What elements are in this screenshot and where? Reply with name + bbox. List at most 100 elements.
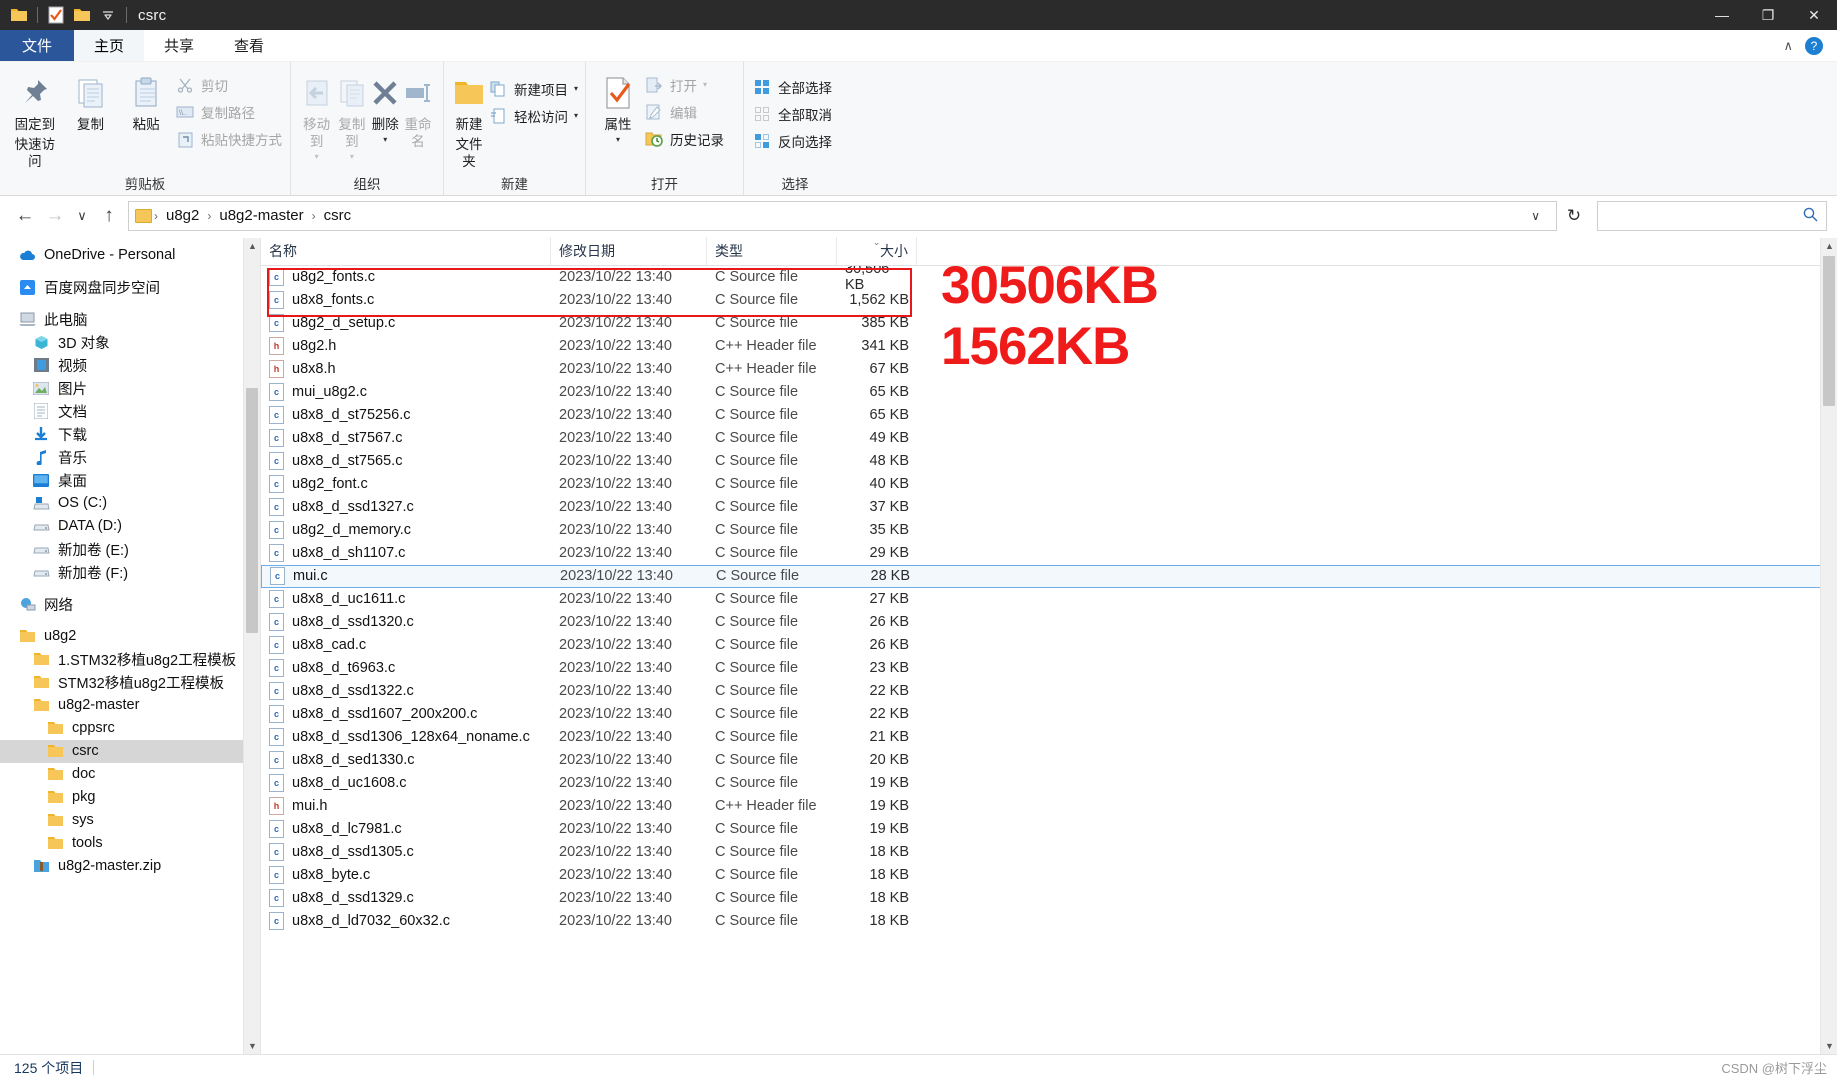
properties-check-icon[interactable]: [43, 2, 69, 28]
sidebar-item-17[interactable]: STM32移植u8g2工程模板: [0, 671, 243, 694]
sidebar-item-10[interactable]: OS (C:): [0, 492, 243, 515]
file-rows-container[interactable]: c u8g2_fonts.c 2023/10/22 13:40 C Source fi…: [261, 266, 1837, 1054]
sidebar-item-13[interactable]: 新加卷 (F:): [0, 561, 243, 584]
table-row[interactable]: c u8x8_d_lc7981.c 2023/10/22 13:40 C Source…: [261, 818, 1837, 841]
table-row[interactable]: c u8x8_d_ssd1327.c 2023/10/22 13:40 C Sourc…: [261, 496, 1837, 519]
properties-button[interactable]: 属性 ▾: [594, 68, 642, 143]
table-row[interactable]: c u8x8_d_t6963.c 2023/10/22 13:40 C Source …: [261, 657, 1837, 680]
table-row[interactable]: c mui_u8g2.c 2023/10/22 13:40 C Source file…: [261, 381, 1837, 404]
table-row[interactable]: c u8x8_d_sh1107.c 2023/10/22 13:40 C Source…: [261, 542, 1837, 565]
tab-view[interactable]: 查看: [214, 30, 284, 61]
table-row[interactable]: c u8x8_d_uc1611.c 2023/10/22 13:40 C Source…: [261, 588, 1837, 611]
recent-locations-button[interactable]: ∨: [70, 201, 94, 231]
table-row[interactable]: c mui.c 2023/10/22 13:40 C Source file 28 KB: [261, 564, 1837, 588]
sidebar-item-21[interactable]: doc: [0, 763, 243, 786]
table-row[interactable]: c u8g2_font.c 2023/10/22 13:40 C Source fil…: [261, 473, 1837, 496]
table-row[interactable]: c u8x8_d_ssd1305.c 2023/10/22 13:40 C Sourc…: [261, 841, 1837, 864]
move-to-button[interactable]: 移动到 ▾: [299, 68, 334, 160]
tab-home[interactable]: 主页: [74, 30, 145, 61]
delete-button[interactable]: 删除 ▾: [370, 68, 401, 143]
sidebar-item-14[interactable]: 网络: [0, 593, 243, 616]
paste-button[interactable]: 粘贴: [119, 68, 173, 134]
select-all-button[interactable]: 全部选择: [752, 76, 832, 98]
new-folder-button[interactable]: 新建 文件夹: [452, 68, 486, 171]
address-box[interactable]: › u8g2 › u8g2-master › csrc ∨: [128, 200, 1557, 231]
minimize-button[interactable]: —: [1699, 0, 1745, 30]
table-row[interactable]: c u8x8_d_ssd1306_128x64_noname.c 2023/10/2…: [261, 726, 1837, 749]
sidebar-item-6[interactable]: 文档: [0, 400, 243, 423]
back-button[interactable]: ←: [10, 201, 40, 231]
column-header-size[interactable]: ⌄ 大小: [837, 237, 917, 266]
sidebar-item-23[interactable]: sys: [0, 809, 243, 832]
invert-selection-button[interactable]: 反向选择: [752, 130, 832, 152]
table-row[interactable]: c u8x8_d_st7565.c 2023/10/22 13:40 C Source…: [261, 450, 1837, 473]
sidebar-item-0[interactable]: OneDrive - Personal: [0, 244, 243, 267]
sidebar-item-9[interactable]: 桌面: [0, 469, 243, 492]
file-scroll-down-icon[interactable]: ▼: [1821, 1037, 1837, 1054]
nav-scroll-down-icon[interactable]: ▼: [244, 1037, 261, 1054]
paste-shortcut-button[interactable]: 粘贴快捷方式: [175, 128, 282, 150]
sidebar-item-4[interactable]: 视频: [0, 354, 243, 377]
sidebar-item-18[interactable]: u8g2-master: [0, 694, 243, 717]
sidebar-item-24[interactable]: tools: [0, 832, 243, 855]
edit-button[interactable]: 编辑: [644, 101, 724, 123]
copy-to-button[interactable]: 复制到 ▾: [334, 68, 369, 160]
table-row[interactable]: h mui.h 2023/10/22 13:40 C++ Header file 19 …: [261, 795, 1837, 818]
table-row[interactable]: c u8x8_d_uc1608.c 2023/10/22 13:40 C Source…: [261, 772, 1837, 795]
sidebar-item-25[interactable]: u8g2-master.zip: [0, 855, 243, 878]
sidebar-item-8[interactable]: 音乐: [0, 446, 243, 469]
sidebar-item-1[interactable]: 百度网盘同步空间: [0, 276, 243, 299]
sidebar-item-5[interactable]: 图片: [0, 377, 243, 400]
nav-scroll-up-icon[interactable]: ▲: [244, 238, 261, 255]
sidebar-item-11[interactable]: DATA (D:): [0, 515, 243, 538]
select-none-button[interactable]: 全部取消: [752, 103, 832, 125]
copy-button[interactable]: 复制: [64, 68, 118, 134]
table-row[interactable]: c u8x8_cad.c 2023/10/22 13:40 C Source file…: [261, 634, 1837, 657]
file-scroll-thumb[interactable]: [1823, 255, 1835, 406]
table-row[interactable]: c u8x8_d_ssd1320.c 2023/10/22 13:40 C Sourc…: [261, 611, 1837, 634]
tab-file[interactable]: 文件: [0, 30, 75, 61]
refresh-button[interactable]: ↻: [1557, 201, 1591, 231]
new-folder-icon[interactable]: [69, 2, 95, 28]
navigation-pane[interactable]: OneDrive - Personal 百度网盘同步空间 此电脑 3D 对象 视频 图片文…: [0, 237, 243, 1054]
pin-to-quick-access-button[interactable]: 固定到 快速访问: [8, 68, 62, 171]
new-item-button[interactable]: 新建项目 ▾: [488, 78, 578, 100]
folder-icon[interactable]: [6, 2, 32, 28]
table-row[interactable]: c u8x8_d_ssd1329.c 2023/10/22 13:40 C Sourc…: [261, 887, 1837, 910]
copy-path-button[interactable]: \\.. 复制路径: [175, 101, 282, 123]
table-row[interactable]: c u8x8_d_st7567.c 2023/10/22 13:40 C Source…: [261, 427, 1837, 450]
search-icon[interactable]: [1803, 207, 1818, 225]
sidebar-item-3[interactable]: 3D 对象: [0, 331, 243, 354]
column-header-name[interactable]: 名称: [261, 237, 551, 266]
customize-caret-icon[interactable]: [95, 2, 121, 28]
table-row[interactable]: c u8x8_byte.c 2023/10/22 13:40 C Source fil…: [261, 864, 1837, 887]
column-header-date[interactable]: 修改日期: [551, 237, 707, 266]
sidebar-item-19[interactable]: cppsrc: [0, 717, 243, 740]
column-header-type[interactable]: 类型: [707, 237, 837, 266]
sidebar-item-12[interactable]: 新加卷 (E:): [0, 538, 243, 561]
table-row[interactable]: c u8g2_d_memory.c 2023/10/22 13:40 C Source…: [261, 519, 1837, 542]
sidebar-item-22[interactable]: pkg: [0, 786, 243, 809]
sidebar-item-15[interactable]: u8g2: [0, 625, 243, 648]
cut-button[interactable]: 剪切: [175, 74, 282, 96]
nav-scrollbar[interactable]: ▲ ▼: [243, 237, 261, 1054]
history-button[interactable]: 历史记录: [644, 128, 724, 150]
up-button[interactable]: ↑: [94, 201, 124, 231]
nav-scroll-thumb[interactable]: [246, 387, 258, 633]
file-list-scrollbar[interactable]: ▲ ▼: [1820, 237, 1837, 1054]
table-row[interactable]: c u8x8_d_sed1330.c 2023/10/22 13:40 C Sourc…: [261, 749, 1837, 772]
sidebar-item-20[interactable]: csrc: [0, 739, 243, 763]
collapse-ribbon-icon[interactable]: ∧: [1783, 38, 1793, 54]
breadcrumb-u8g2[interactable]: u8g2: [160, 207, 205, 224]
search-box[interactable]: [1597, 200, 1827, 231]
close-button[interactable]: ✕: [1791, 0, 1837, 30]
table-row[interactable]: c u8x8_d_ld7032_60x32.c 2023/10/22 13:40 C …: [261, 910, 1837, 933]
table-row[interactable]: c u8x8_d_st75256.c 2023/10/22 13:40 C Sourc…: [261, 404, 1837, 427]
sidebar-item-7[interactable]: 下载: [0, 423, 243, 446]
breadcrumb-csrc[interactable]: csrc: [318, 207, 358, 224]
table-row[interactable]: c u8x8_d_ssd1607_200x200.c 2023/10/22 13:4…: [261, 703, 1837, 726]
sidebar-item-16[interactable]: 1.STM32移植u8g2工程模板: [0, 648, 243, 671]
open-button[interactable]: 打开 ▾: [644, 74, 724, 96]
sidebar-item-2[interactable]: 此电脑: [0, 308, 243, 331]
forward-button[interactable]: →: [40, 201, 70, 231]
